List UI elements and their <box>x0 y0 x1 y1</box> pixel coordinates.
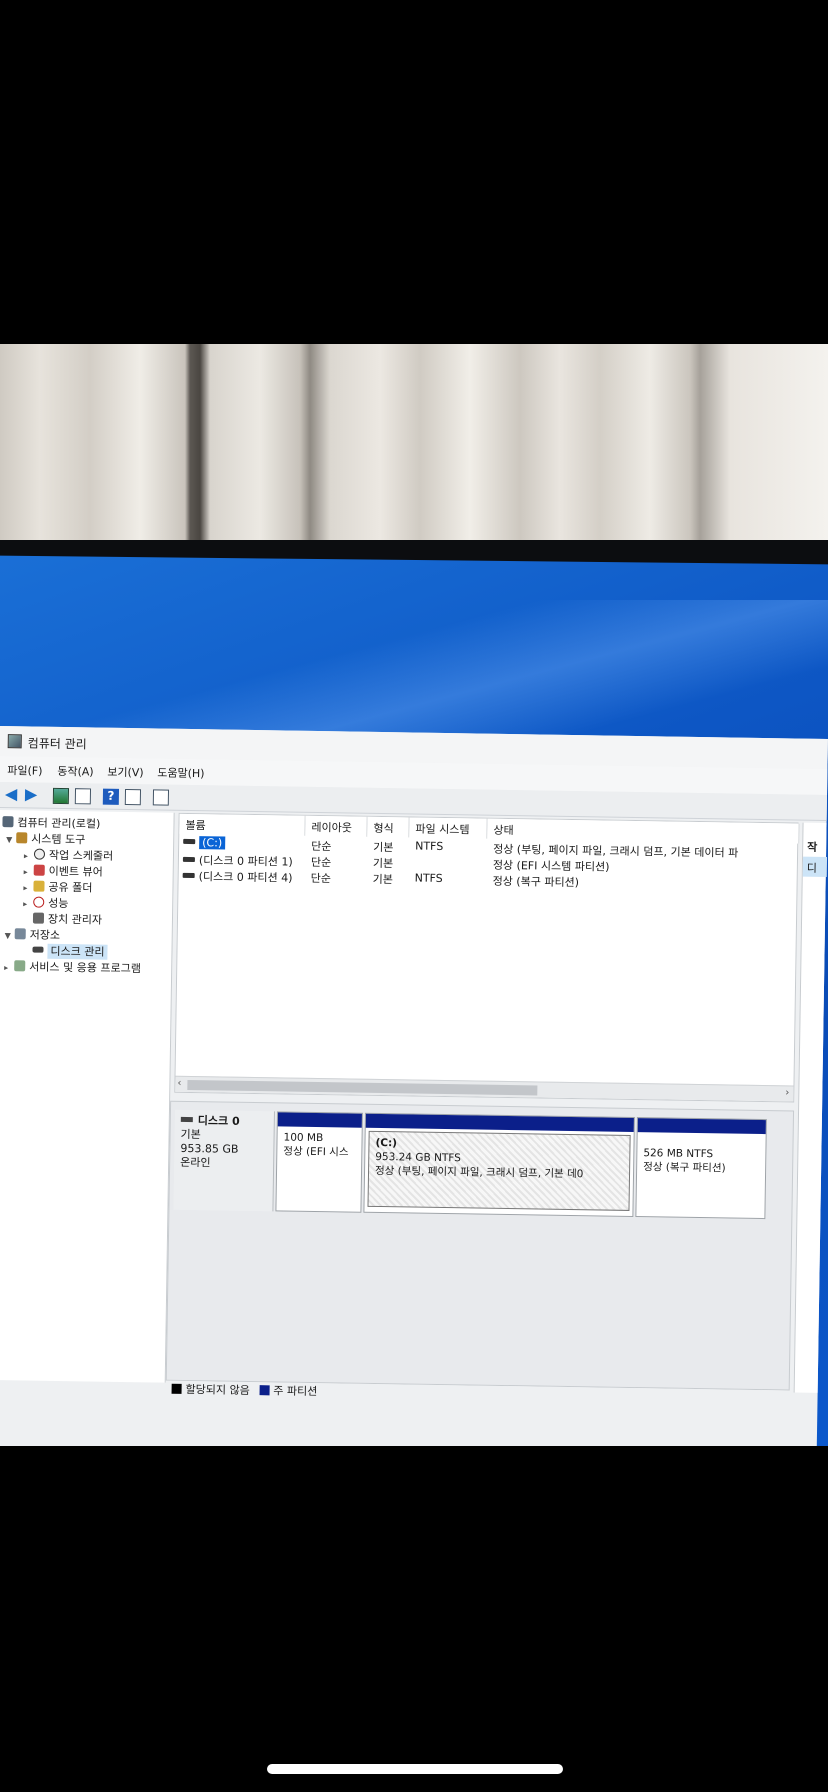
partition-status: 정상 (EFI 시스 <box>283 1145 349 1159</box>
computer-management-window: 컴퓨터 관리 파일(F) 동작(A) 보기(V) 도움말(H) ◀ ▶ ? 컴퓨… <box>0 726 828 1459</box>
shared-folder-icon <box>33 880 45 892</box>
menu-help[interactable]: 도움말(H) <box>157 764 204 781</box>
volume-cell: (C:) <box>183 836 226 850</box>
volume-cell: (디스크 0 파티션 4) <box>182 868 293 886</box>
disk-0-label[interactable]: 디스크 0 기본 953.85 GB 온라인 <box>173 1109 275 1212</box>
disk-icon <box>32 946 44 953</box>
forward-arrow-icon[interactable]: ▶ <box>25 784 41 803</box>
filesystem-cell: NTFS <box>415 839 444 853</box>
properties-icon[interactable] <box>124 788 142 806</box>
primary-partition-bar <box>277 1112 362 1128</box>
services-icon <box>14 960 26 972</box>
partition-efi[interactable]: 100 MB 정상 (EFI 시스 <box>275 1111 363 1213</box>
graphical-disk-view: 디스크 0 기본 953.85 GB 온라인 100 MB 정상 (EFI 시스… <box>165 1100 795 1391</box>
partition-size: 100 MB <box>283 1131 324 1145</box>
tree-shared-folders[interactable]: ▸ 공유 폴더 <box>23 878 93 895</box>
window-title: 컴퓨터 관리 <box>27 736 87 752</box>
clock-icon <box>33 848 46 860</box>
disk-size: 953.85 GB <box>180 1141 239 1156</box>
volume-list: 볼륨 레이아웃 형식 파일 시스템 상태 (C:) 단순 기본 NTFS 정상 … <box>174 812 800 1103</box>
photo-top-black <box>0 0 828 344</box>
tree-root[interactable]: 컴퓨터 관리(로컬) <box>2 814 100 832</box>
tree-event-viewer[interactable]: ▸ 이벤트 뷰어 <box>24 862 103 879</box>
home-indicator[interactable] <box>267 1764 563 1774</box>
console-tree: 컴퓨터 관리(로컬) ▼ 시스템 도구 ▸ 작업 스케줄러 ▸ 이벤트 뷰어 ▸ 공유 … <box>0 809 175 1383</box>
tree-performance[interactable]: ▸ 성능 <box>23 894 69 911</box>
type-cell: 기본 <box>373 840 394 855</box>
volume-icon <box>182 872 195 879</box>
scrollbar-thumb[interactable] <box>187 1079 538 1096</box>
type-cell: 기본 <box>372 856 394 871</box>
column-header-volume[interactable]: 볼륨 <box>179 813 306 836</box>
partition-recovery[interactable]: 526 MB NTFS 정상 (복구 파티션) <box>635 1117 767 1220</box>
scroll-right-icon[interactable]: › <box>785 1087 789 1098</box>
chevron-right-icon[interactable]: ▸ <box>24 851 34 860</box>
status-cell: 정상 (EFI 시스템 파티션) <box>492 858 610 874</box>
tree-device-manager[interactable]: 장치 관리자 <box>32 911 102 928</box>
tree-system-tools[interactable]: ▼ 시스템 도구 <box>6 830 85 847</box>
column-header-filesystem[interactable]: 파일 시스템 <box>409 817 488 839</box>
horizontal-scrollbar[interactable]: ‹ › <box>175 1075 794 1102</box>
chevron-down-icon[interactable]: ▼ <box>5 931 15 940</box>
event-viewer-icon <box>33 864 45 876</box>
volume-icon <box>183 838 196 845</box>
tree-services-apps[interactable]: ▸ 서비스 및 응용 프로그램 <box>4 958 141 976</box>
layout-cell: 단순 <box>310 871 331 886</box>
menu-file[interactable]: 파일(F) <box>7 762 42 779</box>
tree-task-scheduler[interactable]: ▸ 작업 스케줄러 <box>24 846 113 863</box>
scroll-left-icon[interactable]: ‹ <box>177 1078 181 1089</box>
partition-status: 정상 (복구 파티션) <box>643 1161 726 1175</box>
menu-action[interactable]: 동작(A) <box>57 763 94 780</box>
photo-bottom-black <box>0 1446 828 1792</box>
disk-state: 온라인 <box>180 1155 211 1170</box>
partition-c[interactable]: (C:) 953.24 GB NTFS 정상 (부팅, 페이지 파일, 크래시 … <box>363 1112 635 1218</box>
volume-icon <box>182 856 195 863</box>
partition-status: 정상 (부팅, 페이지 파일, 크래시 덤프, 기본 데0 <box>374 1164 584 1181</box>
primary-partition-bar <box>365 1113 634 1133</box>
status-cell: 정상 (복구 파티션) <box>492 874 580 890</box>
actions-header: 작 <box>807 840 818 854</box>
up-one-level-icon[interactable] <box>52 787 70 805</box>
tree-disk-management[interactable]: 디스크 관리 <box>32 943 108 960</box>
volume-cell: (디스크 0 파티션 1) <box>182 852 293 870</box>
type-cell: 기본 <box>372 872 393 887</box>
action-item-disk-management[interactable]: 디 <box>802 856 828 878</box>
chevron-right-icon[interactable]: ▸ <box>23 883 33 892</box>
chevron-right-icon[interactable]: ▸ <box>4 963 14 972</box>
computer-management-icon <box>7 734 22 749</box>
chevron-right-icon[interactable]: ▸ <box>23 899 33 908</box>
chevron-down-icon[interactable]: ▼ <box>6 835 16 844</box>
layout-cell: 단순 <box>311 839 332 854</box>
menu-view[interactable]: 보기(V) <box>107 764 144 781</box>
column-header-status[interactable]: 상태 <box>487 818 800 844</box>
layout-cell: 단순 <box>310 855 332 870</box>
show-hide-tree-icon[interactable] <box>74 788 92 805</box>
computer-icon <box>2 816 14 828</box>
background-curtain <box>0 344 828 544</box>
tree-storage[interactable]: ▼ 저장소 <box>5 926 61 943</box>
legend-unallocated: 할당되지 않음 <box>185 1382 250 1398</box>
tools-icon <box>16 832 28 844</box>
primary-swatch <box>259 1385 270 1396</box>
help-icon[interactable]: ? <box>102 788 120 805</box>
device-manager-icon <box>32 912 45 924</box>
disk-icon <box>180 1116 193 1123</box>
back-arrow-icon[interactable]: ◀ <box>5 784 21 803</box>
unallocated-swatch <box>171 1383 182 1394</box>
list-view-icon[interactable] <box>152 789 170 806</box>
disk-kind: 기본 <box>180 1127 201 1142</box>
legend-primary: 주 파티션 <box>273 1384 318 1399</box>
disk-name: 디스크 0 <box>197 1114 240 1128</box>
performance-icon <box>33 896 45 908</box>
column-header-layout[interactable]: 레이아웃 <box>305 815 368 837</box>
filesystem-cell: NTFS <box>414 871 443 885</box>
chevron-right-icon[interactable]: ▸ <box>24 867 34 876</box>
storage-icon <box>14 928 26 940</box>
column-header-type[interactable]: 형식 <box>367 816 410 838</box>
